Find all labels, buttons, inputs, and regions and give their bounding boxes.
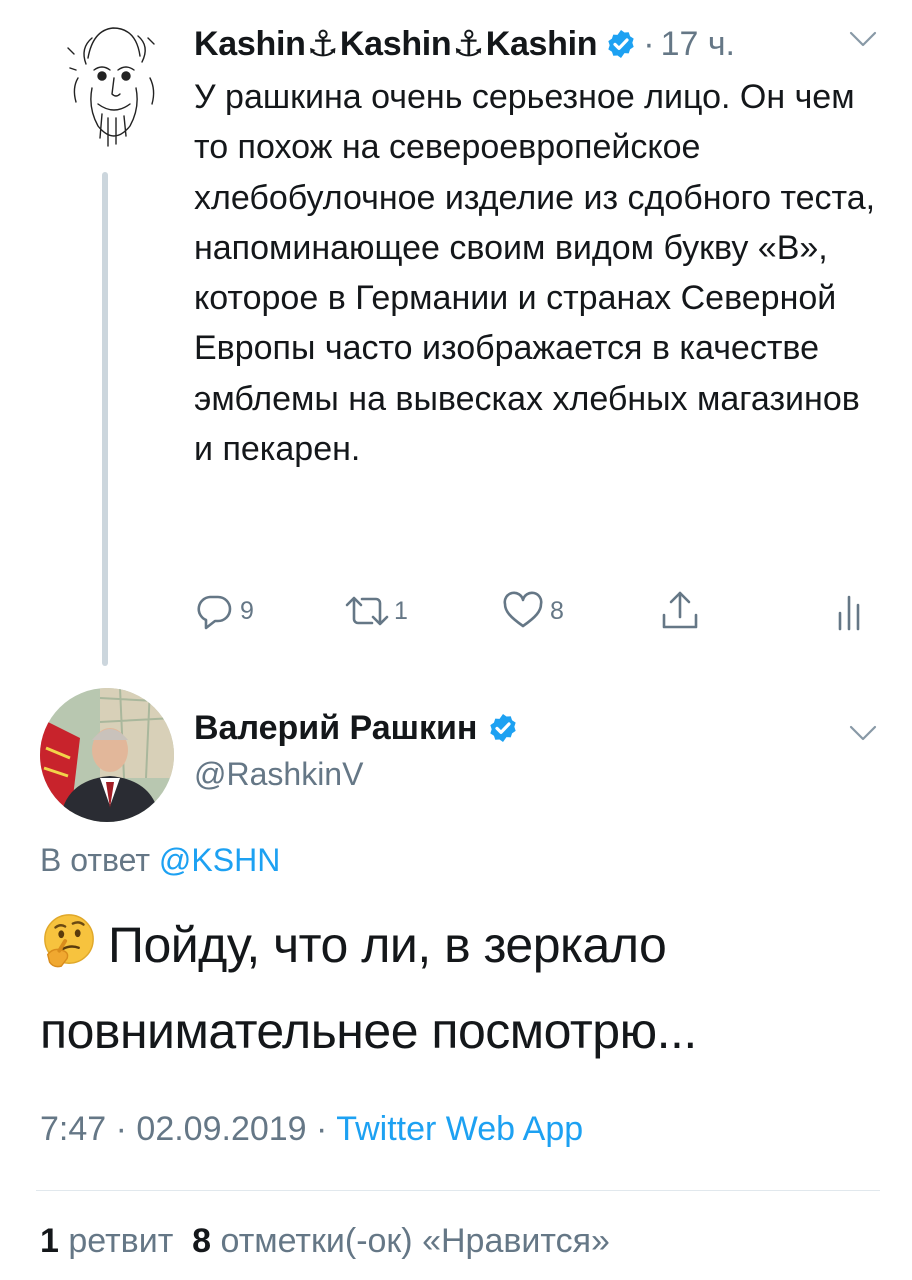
author-name-part[interactable]: Kashin: [194, 25, 306, 64]
parent-tweet-header: Kashin ⚓ Kashin ⚓ Kashin · 17 ч.: [194, 18, 735, 70]
person-photo-icon: [40, 688, 174, 822]
reply-to-link[interactable]: @KSHN: [159, 842, 280, 878]
retweets-label: ретвит: [68, 1222, 174, 1260]
retweets-number: 1: [40, 1222, 59, 1260]
kashin-avatar[interactable]: [58, 18, 158, 158]
retweet-count: 1: [394, 596, 408, 625]
reply-prefix: В ответ: [40, 842, 151, 878]
retweet-action[interactable]: 1: [342, 586, 408, 636]
analytics-icon: [838, 595, 860, 631]
reply-action[interactable]: 9: [194, 586, 254, 636]
separator-dot: ·: [115, 1110, 127, 1148]
share-action[interactable]: [660, 586, 700, 636]
like-icon: [503, 591, 543, 628]
analytics-action[interactable]: [834, 586, 864, 636]
reply-count: 9: [240, 596, 254, 625]
chevron-down-icon[interactable]: [848, 28, 878, 50]
chevron-down-icon[interactable]: [848, 722, 878, 744]
retweets-stat[interactable]: 1 ретвит: [40, 1222, 173, 1260]
reply-tweet-text: Пойду, что ли, в зеркало повнимательнее …: [40, 902, 880, 1074]
likes-number: 8: [192, 1222, 212, 1260]
reply-author-header: Валерий Рашкин: [194, 706, 519, 750]
sketch-portrait-icon: [67, 27, 155, 147]
author-name-part[interactable]: Kashin: [340, 25, 452, 64]
tweet-source-link[interactable]: Twitter Web App: [336, 1110, 583, 1148]
thinking-face-emoji: [44, 914, 94, 968]
separator-dot: ·: [316, 1110, 328, 1148]
like-action[interactable]: 8: [502, 586, 564, 636]
tweet-actions: 9 1 8: [194, 586, 884, 636]
anchor-icon: ⚓: [452, 23, 485, 64]
tweet-time[interactable]: 17 ч.: [661, 25, 735, 64]
likes-label: отметки(-ок) «Нравится»: [220, 1222, 610, 1260]
tweet-date[interactable]: 02.09.2019: [136, 1110, 306, 1148]
separator-dot: ·: [643, 24, 655, 63]
tweet-meta: 7:47 · 02.09.2019 · Twitter Web App: [40, 1110, 583, 1149]
verified-badge-icon: [608, 30, 634, 58]
reply-author-handle[interactable]: @RashkinV: [194, 756, 363, 793]
retweet-icon: [345, 596, 389, 626]
verified-badge-icon: [490, 714, 517, 742]
like-count: 8: [550, 596, 564, 625]
anchor-icon: ⚓: [306, 23, 339, 64]
parent-tweet-text: У рашкина очень серьезное лицо. Он чем т…: [194, 78, 876, 469]
share-icon: [662, 591, 698, 629]
tweet-time[interactable]: 7:47: [40, 1110, 106, 1148]
reply-context: В ответ @KSHN: [40, 842, 280, 879]
divider: [36, 1190, 880, 1191]
thread-connector-line: [102, 172, 108, 666]
author-name-part[interactable]: Kashin: [486, 25, 598, 64]
rashkin-avatar[interactable]: [40, 688, 174, 822]
reply-icon: [197, 595, 232, 630]
reply-text-content: Пойду, что ли, в зеркало повнимательнее …: [40, 917, 697, 1059]
reply-author-name[interactable]: Валерий Рашкин: [194, 709, 477, 748]
tweet-stats: 1 ретвит 8 отметки(-ок) «Нравится»: [40, 1222, 610, 1261]
likes-stat[interactable]: 8 отметки(-ок) «Нравится»: [192, 1222, 610, 1260]
